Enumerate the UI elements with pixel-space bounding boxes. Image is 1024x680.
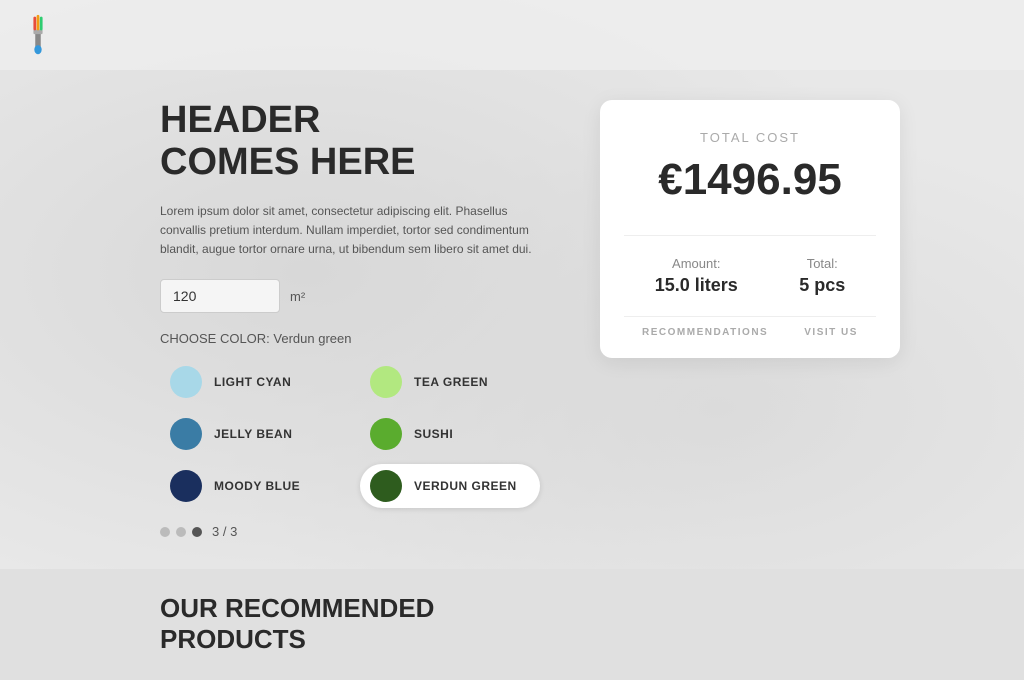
color-option-verdun-green[interactable]: VERDUN GREEN	[360, 464, 540, 508]
cost-card: TOTAL COST €1496.95 Amount: 15.0 liters …	[600, 100, 900, 358]
amount-label: Amount:	[655, 256, 738, 271]
color-swatch-verdun-green	[370, 470, 402, 502]
main-content: HEADER COMES HERE Lorem ipsum dolor sit …	[0, 70, 1024, 559]
color-option-moody-blue[interactable]: MOODY BLUE	[160, 464, 340, 508]
logo-icon	[20, 13, 56, 57]
total-detail: Total: 5 pcs	[799, 256, 845, 296]
page-count: 3 / 3	[212, 524, 237, 539]
cost-links: RECOMMENDATIONS VISIT US	[624, 316, 876, 338]
pagination: 3 / 3	[160, 524, 540, 539]
recommendations-link[interactable]: RECOMMENDATIONS	[642, 327, 768, 338]
bottom-section: OUR RECOMMENDED PRODUCTS	[0, 569, 1024, 679]
pagination-dot-2[interactable]	[176, 527, 186, 537]
color-name-jelly-bean: JELLY BEAN	[214, 427, 292, 441]
color-swatch-moody-blue	[170, 470, 202, 502]
total-cost-label: TOTAL COST	[624, 130, 876, 145]
total-cost-value: €1496.95	[624, 155, 876, 205]
amount-value: 15.0 liters	[655, 275, 738, 296]
area-input-row: m²	[160, 279, 540, 313]
color-option-tea-green[interactable]: TEA GREEN	[360, 360, 540, 404]
amount-detail: Amount: 15.0 liters	[655, 256, 738, 296]
area-unit: m²	[290, 289, 305, 304]
color-name-light-cyan: LIGHT CYAN	[214, 375, 291, 389]
color-option-jelly-bean[interactable]: JELLY BEAN	[160, 412, 340, 456]
color-swatch-jelly-bean	[170, 418, 202, 450]
color-swatch-sushi	[370, 418, 402, 450]
color-option-light-cyan[interactable]: LIGHT CYAN	[160, 360, 340, 404]
cost-details: Amount: 15.0 liters Total: 5 pcs	[624, 256, 876, 296]
total-label: Total:	[799, 256, 845, 271]
top-bar	[0, 0, 1024, 70]
bottom-header: OUR RECOMMENDED PRODUCTS	[160, 593, 864, 655]
color-option-sushi[interactable]: SUSHI	[360, 412, 540, 456]
main-header: HEADER COMES HERE	[160, 100, 540, 184]
color-swatch-light-cyan	[170, 366, 202, 398]
color-grid: LIGHT CYAN TEA GREEN JELLY BEAN SUSHI	[160, 360, 540, 508]
visit-us-link[interactable]: VISIT US	[804, 327, 858, 338]
total-value: 5 pcs	[799, 275, 845, 296]
pagination-dot-3[interactable]	[192, 527, 202, 537]
color-name-tea-green: TEA GREEN	[414, 375, 488, 389]
right-panel: TOTAL COST €1496.95 Amount: 15.0 liters …	[600, 100, 900, 358]
color-name-moody-blue: MOODY BLUE	[214, 479, 300, 493]
color-name-sushi: SUSHI	[414, 427, 453, 441]
color-swatch-tea-green	[370, 366, 402, 398]
pagination-dot-1[interactable]	[160, 527, 170, 537]
area-input[interactable]	[160, 279, 280, 313]
color-name-verdun-green: VERDUN GREEN	[414, 479, 517, 493]
left-panel: HEADER COMES HERE Lorem ipsum dolor sit …	[160, 100, 540, 539]
cost-divider	[624, 235, 876, 236]
description-text: Lorem ipsum dolor sit amet, consectetur …	[160, 202, 540, 260]
page-wrapper: HEADER COMES HERE Lorem ipsum dolor sit …	[0, 0, 1024, 680]
choose-color-label: CHOOSE COLOR: Verdun green	[160, 331, 540, 346]
